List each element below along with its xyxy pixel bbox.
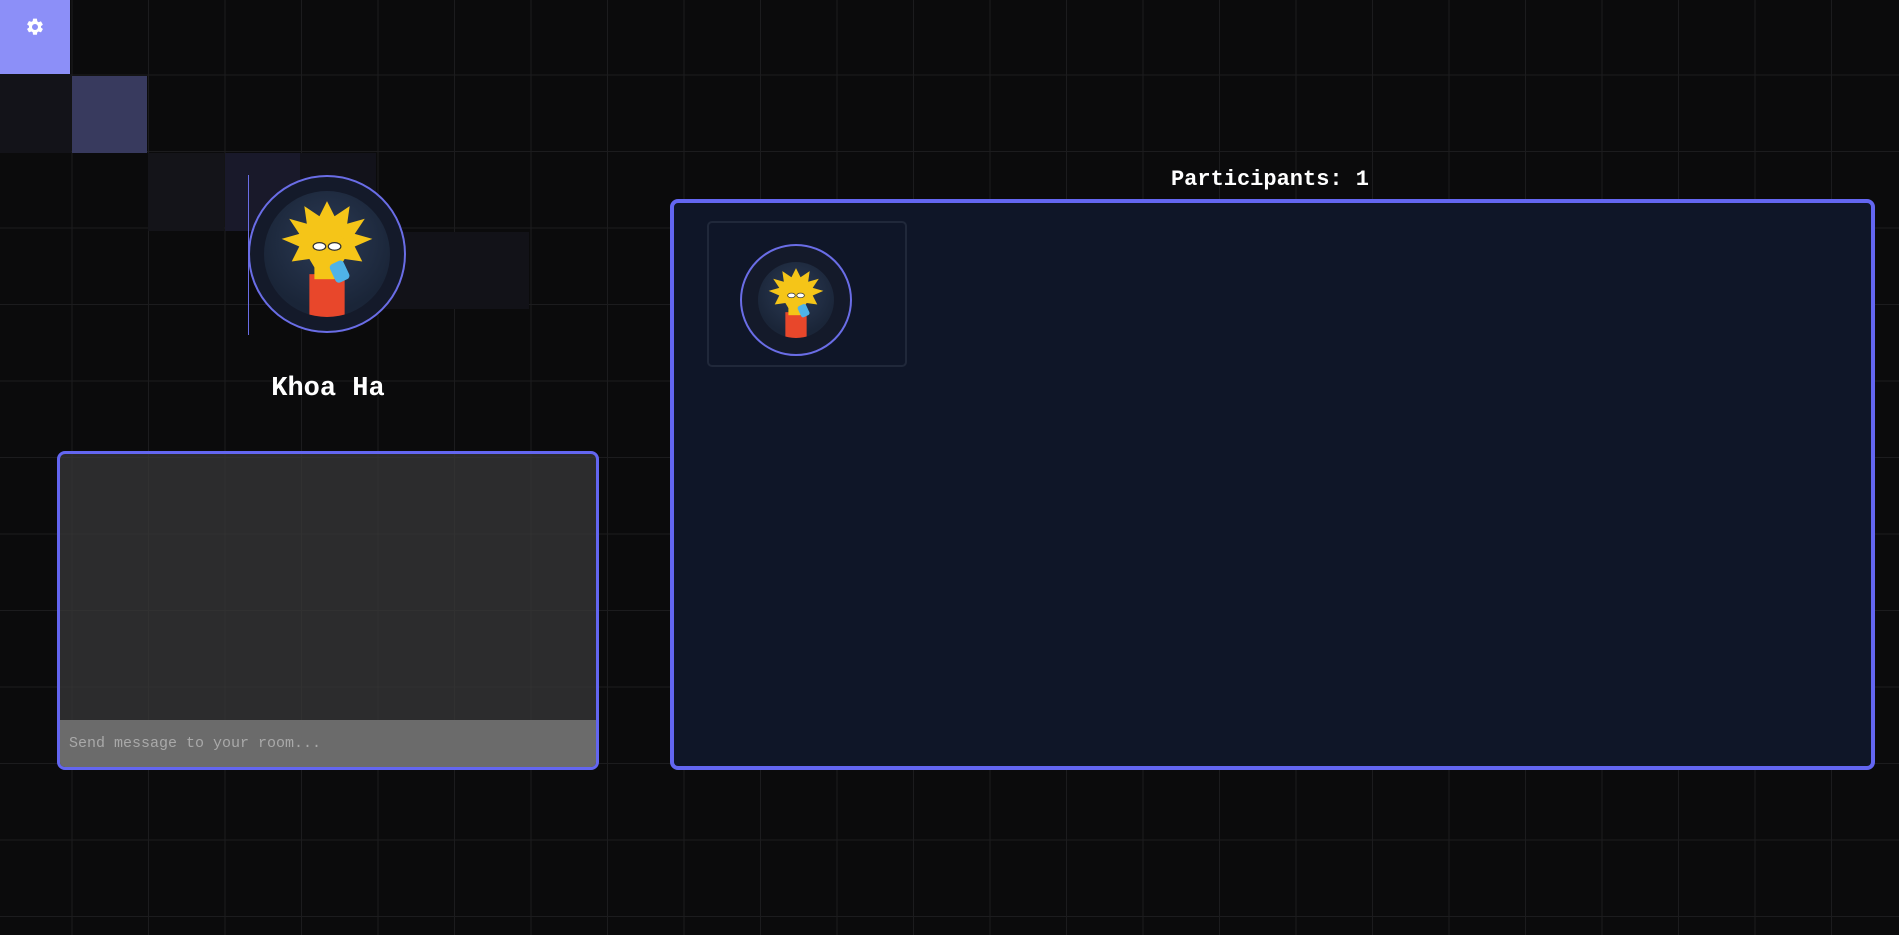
grid-tile [0, 74, 71, 153]
chat-panel [57, 451, 599, 770]
profile-name: Khoa Ha [271, 374, 385, 404]
participants-count: Participants: 1 [1170, 167, 1370, 192]
participants-panel [670, 199, 1875, 770]
gear-icon [27, 18, 43, 35]
grid-tile [72, 76, 147, 153]
chat-messages[interactable] [60, 454, 596, 720]
profile-avatar[interactable] [248, 175, 406, 333]
grid-tile [148, 153, 224, 231]
cartoon-avatar-icon [281, 201, 373, 317]
settings-button[interactable] [0, 0, 70, 74]
participant-avatar [740, 244, 852, 356]
avatar-image [264, 191, 390, 317]
participant-card[interactable] [707, 221, 907, 367]
cartoon-avatar-icon [768, 268, 824, 338]
avatar-image [758, 262, 834, 338]
chat-input[interactable] [60, 720, 596, 767]
